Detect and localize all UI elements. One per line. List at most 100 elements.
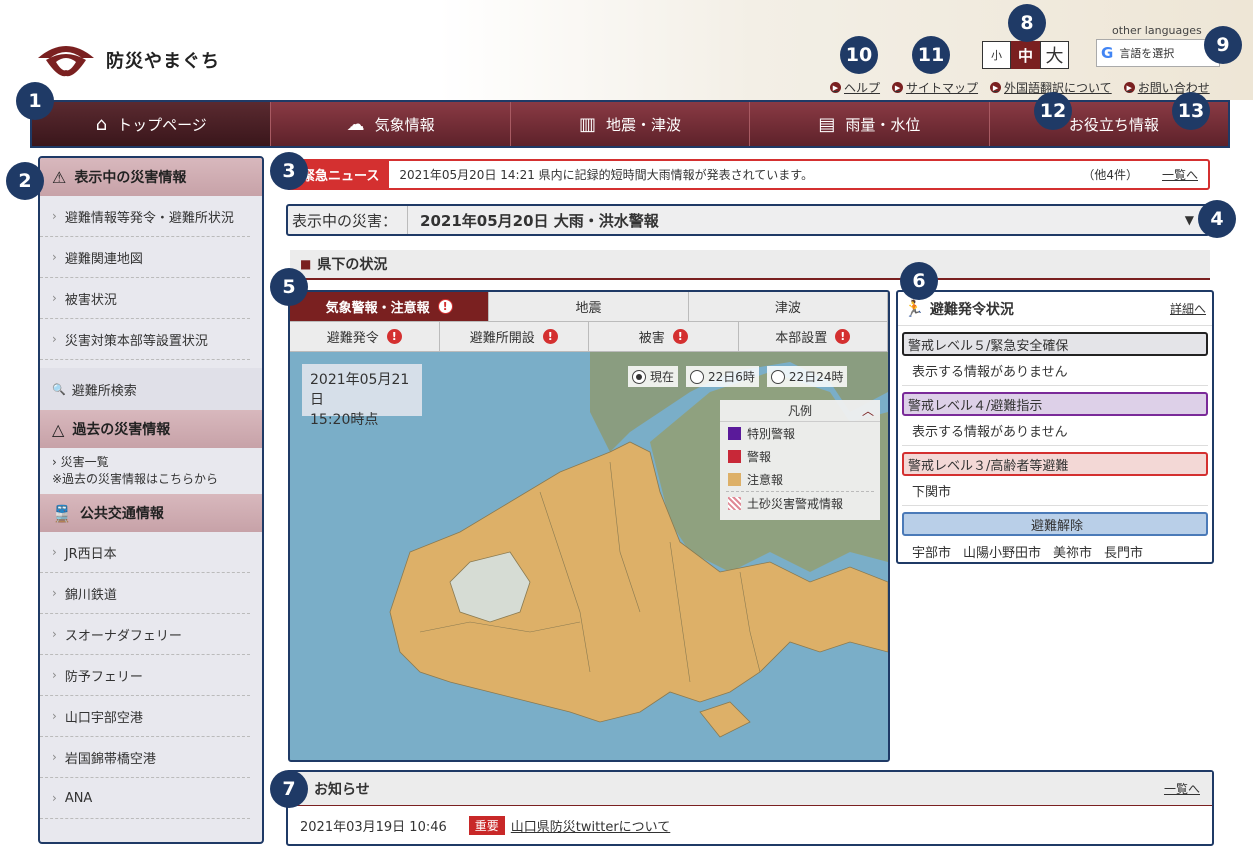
google-icon: G <box>1101 44 1114 62</box>
legend-label: 警報 <box>747 450 772 464</box>
release-city: 長門市 <box>1104 545 1144 561</box>
radio-label: 現在 <box>650 370 675 384</box>
nav-item-label: 気象情報 <box>374 115 435 134</box>
sidebar-item-yamaguchi-ube-airport[interactable]: 山口宇部空港 <box>40 696 250 737</box>
map-tabs-row2: 避難発令! 避難所開設! 被害! 本部設置! <box>290 322 888 352</box>
tab-evacuation-orders[interactable]: 避難発令! <box>290 322 440 352</box>
sidebar-item-iwakuni-airport[interactable]: 岩国錦帯橋空港 <box>40 737 250 778</box>
shelter-search-link[interactable]: 🔍 避難所検索 <box>40 368 262 410</box>
level3-body: 下関市 <box>902 476 1208 506</box>
nav-item-weather[interactable]: ☁ 気象情報 <box>271 102 511 146</box>
nav-item-earthquake[interactable]: ▥ 地震・津波 <box>511 102 751 146</box>
tab-tsunami[interactable]: 津波 <box>688 292 888 322</box>
chevron-up-icon: ︿ <box>861 404 874 418</box>
notice-list-link[interactable]: 一覧へ <box>1164 780 1200 797</box>
tab-label: 被害 <box>638 331 665 346</box>
legend-item: 土砂災害警戒情報 <box>726 491 874 515</box>
sidebar-item-hq-status[interactable]: 災害対策本部等設置状況 <box>40 319 250 360</box>
annotation-marker-3: 3 <box>270 152 308 190</box>
legend-header[interactable]: 凡例 ︿ <box>720 400 880 422</box>
tab-damage[interactable]: 被害! <box>589 322 739 352</box>
disaster-select-label: 表示中の災害： <box>288 206 409 234</box>
map-date: 2021年05月21日 <box>310 372 410 408</box>
sidebar-item-nishikigawa[interactable]: 錦川鉄道 <box>40 573 250 614</box>
radio-now[interactable]: 現在 <box>628 366 679 387</box>
level4-body: 表示する情報がありません <box>902 416 1208 446</box>
sidebar-item-evacuation[interactable]: 避難情報等発令・避難所状況 <box>40 196 250 237</box>
map-tabs-row1: 気象警報・注意報! 地震 津波 <box>290 292 888 322</box>
sidebar-transport-title: 公共交通情報 <box>79 506 164 522</box>
evacuation-detail-link[interactable]: 詳細へ <box>1170 300 1206 317</box>
tab-earthquake[interactable]: 地震 <box>489 292 689 322</box>
font-size-switcher: 小 中 大 <box>982 41 1069 69</box>
disaster-select[interactable]: 表示中の災害： 2021年05月20日 大雨・洪水警報 ▼ <box>286 204 1210 236</box>
nav-item-label: 地震・津波 <box>606 115 682 134</box>
nav-item-top[interactable]: ⌂ トップページ <box>32 102 272 146</box>
level4-bar: 警戒レベル４/避難指示 <box>902 392 1208 416</box>
emergency-news-bar: 緊急ニュース 2021年05月20日 14:21 県内に記録的短時間大雨情報が発… <box>286 159 1210 190</box>
alert-icon: ! <box>437 299 453 314</box>
train-icon: 🚆 <box>52 503 72 523</box>
font-size-small-button[interactable]: 小 <box>982 41 1011 69</box>
font-size-large-button[interactable]: 大 <box>1040 41 1069 69</box>
tab-weather-warnings[interactable]: 気象警報・注意報! <box>290 292 490 322</box>
shelter-search-label: 避難所検索 <box>71 383 137 399</box>
sidebar-item-jr-west[interactable]: JR西日本 <box>40 532 250 573</box>
nav-item-label: 雨量・水位 <box>845 115 921 134</box>
annotation-marker-7: 7 <box>270 770 308 808</box>
gauge-icon: ▤ <box>818 113 836 135</box>
prefecture-map[interactable]: 2021年05月21日 15:20時点 現在 22日6時 22日24時 凡例 ︿… <box>290 352 888 760</box>
arrow-circle-icon: ▶ <box>990 82 1002 93</box>
sidebar-item-boyo-ferry[interactable]: 防予フェリー <box>40 655 250 696</box>
map-timestamp: 2021年05月21日 15:20時点 <box>302 364 422 428</box>
alert-icon: ! <box>835 329 851 344</box>
sidebar-past-title: 過去の災害情報 <box>72 422 171 438</box>
disaster-select-value: 2021年05月20日 大雨・洪水警報 <box>420 211 659 230</box>
release-city: 山陽小野田市 <box>963 545 1042 561</box>
tab-label: 気象警報・注意報 <box>325 301 430 316</box>
legend-label: 特別警報 <box>747 427 796 441</box>
sidebar-item-ana[interactable]: ANA <box>40 778 250 819</box>
legend-item: 警報 <box>720 445 880 468</box>
important-badge: 重要 <box>468 815 505 835</box>
notice-link[interactable]: 山口県防災twitterについて <box>511 816 671 835</box>
sidebar-item-damage[interactable]: 被害状況 <box>40 278 250 319</box>
sidebar-item-suonada-ferry[interactable]: スオーナダフェリー <box>40 614 250 655</box>
site-header: 防災やまぐち 小 中 大 other languages G 言語を選択 ▶ ヘル… <box>0 0 1253 100</box>
annotation-marker-13: 13 <box>1172 92 1210 130</box>
evacuation-status-title: 避難発令状況 <box>929 301 1014 318</box>
level5-body: 表示する情報がありません <box>902 356 1208 386</box>
disaster-list-link[interactable]: › 災害一覧 <box>52 454 250 471</box>
legend-swatch <box>728 427 741 440</box>
sitemap-link[interactable]: ▶ サイトマップ <box>892 79 978 96</box>
annotation-marker-11: 11 <box>912 36 950 74</box>
tab-label: 地震 <box>575 301 602 316</box>
translate-select[interactable]: G 言語を選択 <box>1096 39 1220 67</box>
site-logo[interactable]: 防災やまぐち <box>34 40 220 80</box>
tab-hq-setup[interactable]: 本部設置! <box>738 322 888 352</box>
notice-item: 2021年03月19日 10:46 重要 山口県防災twitterについて <box>288 806 1212 844</box>
nav-item-label: トップページ <box>117 115 207 134</box>
home-icon: ⌂ <box>95 113 108 135</box>
legend-swatch <box>728 497 741 510</box>
help-link[interactable]: ▶ ヘルプ <box>830 79 880 96</box>
alert-icon: ! <box>386 329 402 344</box>
emergency-news-text[interactable]: 2021年05月20日 14:21 県内に記録的短時間大雨情報が発表されています… <box>399 166 1082 183</box>
weather-icon: ☁ <box>346 113 365 135</box>
notice-panel: お知らせ 一覧へ 2021年03月19日 10:46 重要 山口県防災twitt… <box>286 770 1214 846</box>
font-size-medium-button[interactable]: 中 <box>1011 41 1040 69</box>
prefecture-status-label: 県下の状況 <box>317 257 388 273</box>
tab-shelters-open[interactable]: 避難所開設! <box>439 322 589 352</box>
annotation-marker-8: 8 <box>1008 4 1046 42</box>
search-icon: 🔍 <box>52 382 66 396</box>
legend-swatch <box>728 473 741 486</box>
translate-select-label: 言語を選択 <box>1119 47 1175 60</box>
radio-22-6h[interactable]: 22日6時 <box>686 366 759 387</box>
radio-22-24h[interactable]: 22日24時 <box>766 366 848 387</box>
emergency-news-list-link[interactable]: 一覧へ <box>1162 166 1198 183</box>
help-link-label: ヘルプ <box>844 81 881 95</box>
arrow-circle-icon: ▶ <box>830 82 841 93</box>
nav-item-rainfall[interactable]: ▤ 雨量・水位 <box>750 102 990 146</box>
sidebar-item-evacuation-map[interactable]: 避難関連地図 <box>40 237 250 278</box>
legend-item: 注意報 <box>720 468 880 491</box>
